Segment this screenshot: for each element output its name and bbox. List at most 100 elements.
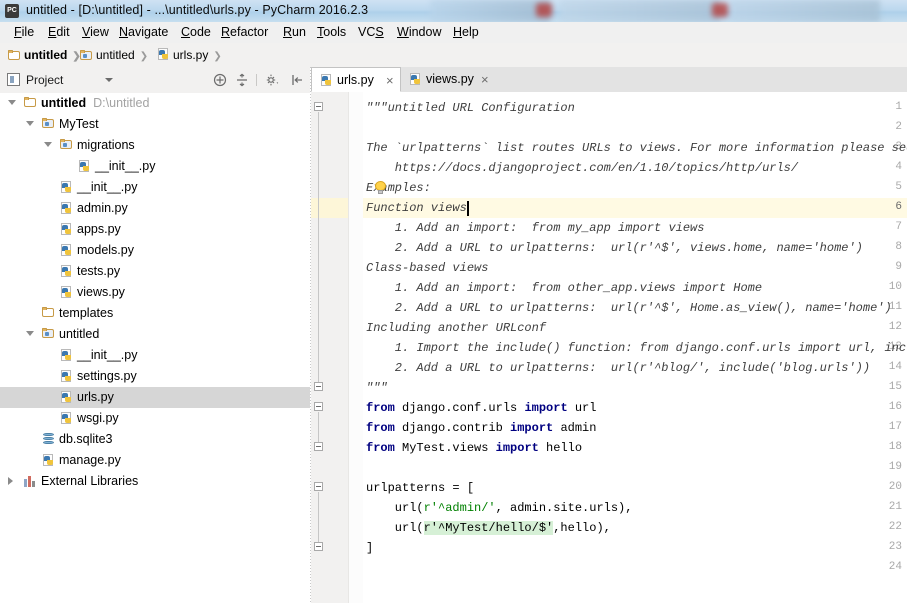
- tree-node-admin-py[interactable]: admin.py: [0, 198, 310, 219]
- tree-node-views-py[interactable]: views.py: [0, 282, 310, 303]
- expand-all-icon[interactable]: [212, 72, 228, 88]
- code-token: django.contrib: [394, 421, 511, 435]
- code-line-13[interactable]: 1. Import the include() function: from d…: [366, 338, 907, 358]
- fold-collapse-bottom-icon[interactable]: [314, 542, 323, 551]
- close-icon[interactable]: ×: [481, 67, 489, 92]
- tree-node-apps-py[interactable]: apps.py: [0, 219, 310, 240]
- code-token: ]: [366, 541, 374, 555]
- tree-expand-arrow-icon[interactable]: [44, 142, 52, 147]
- menu-refactor[interactable]: Refactor: [215, 24, 274, 41]
- tree-expand-arrow-icon[interactable]: [26, 121, 34, 126]
- module-folder-icon: [60, 139, 73, 150]
- menu-view[interactable]: View: [76, 24, 115, 41]
- pycharm-logo-icon: PC: [5, 4, 19, 18]
- breadcrumb-label: urls.py: [173, 48, 209, 62]
- fold-collapse-top-icon[interactable]: [314, 102, 323, 111]
- code-line-4[interactable]: https://docs.djangoproject.com/en/1.10/t…: [366, 158, 798, 178]
- collapse-all-icon[interactable]: [234, 72, 250, 88]
- settings-gear-icon[interactable]: [264, 72, 280, 88]
- tree-node-label: manage.py: [59, 453, 121, 467]
- code-line-6[interactable]: Function views: [366, 198, 467, 218]
- code-token: Class-based views: [366, 261, 489, 275]
- tree-node-external-libraries[interactable]: External Libraries: [0, 471, 310, 492]
- tree-node-urls-py[interactable]: urls.py: [0, 387, 310, 408]
- chevron-down-icon[interactable]: [105, 78, 113, 82]
- code-token: urlpatterns = [: [366, 481, 475, 495]
- line-number: 19: [888, 461, 902, 473]
- menu-navigate[interactable]: Navigate: [113, 24, 174, 41]
- editor-tab-views-py[interactable]: views.py ×: [401, 67, 497, 92]
- tree-node---init---py[interactable]: __init__.py: [0, 177, 310, 198]
- code-line-16[interactable]: from django.conf.urls import url: [366, 398, 596, 418]
- tree-node-label: __init__.py: [95, 159, 156, 173]
- menu-help[interactable]: Help: [447, 24, 485, 41]
- tree-node-models-py[interactable]: models.py: [0, 240, 310, 261]
- tree-collapse-arrow-icon[interactable]: [8, 477, 13, 485]
- tree-expand-arrow-icon[interactable]: [26, 331, 34, 336]
- menu-tools[interactable]: Tools: [311, 24, 352, 41]
- fold-region-line: [318, 412, 319, 444]
- menu-code[interactable]: Code: [175, 24, 217, 41]
- window-titlebar: PC untitled - [D:\untitled] - ...\untitl…: [0, 0, 907, 22]
- fold-collapse-top-icon[interactable]: [314, 482, 323, 491]
- tree-node-label: templates: [59, 306, 114, 320]
- code-line-15[interactable]: """: [366, 378, 388, 398]
- intention-lightbulb-icon[interactable]: [374, 181, 387, 195]
- code-folding-strip[interactable]: [349, 92, 363, 603]
- module-folder-icon: [80, 50, 93, 61]
- close-icon[interactable]: ×: [386, 68, 394, 93]
- code-line-20[interactable]: urlpatterns = [: [366, 478, 474, 498]
- menu-vcs[interactable]: VCS: [352, 24, 390, 41]
- code-line-9[interactable]: Class-based views: [366, 258, 488, 278]
- code-line-23[interactable]: ]: [366, 538, 373, 558]
- code-line-21[interactable]: url(r'^admin/', admin.site.urls),: [366, 498, 633, 518]
- editor-tab-urls-py[interactable]: urls.py ×: [311, 67, 401, 92]
- breadcrumb-item-0[interactable]: untitled ❯: [8, 47, 81, 63]
- code-line-3[interactable]: The `urlpatterns` list routes URLs to vi…: [366, 138, 907, 158]
- hide-panel-icon[interactable]: [289, 72, 305, 88]
- breadcrumb-item-2[interactable]: urls.py ❯: [157, 47, 222, 63]
- menu-window[interactable]: Window: [391, 24, 447, 41]
- line-number: 8: [895, 241, 902, 253]
- code-line-17[interactable]: from django.contrib import admin: [366, 418, 596, 438]
- fold-collapse-bottom-icon[interactable]: [314, 442, 323, 451]
- menu-file[interactable]: File: [8, 24, 40, 41]
- code-line-1[interactable]: """untitled URL Configuration: [366, 98, 575, 118]
- tree-node-settings-py[interactable]: settings.py: [0, 366, 310, 387]
- code-line-12[interactable]: Including another URLconf: [366, 318, 546, 338]
- fold-collapse-bottom-icon[interactable]: [314, 382, 323, 391]
- code-token: The `urlpatterns` list routes URLs to vi…: [366, 141, 907, 155]
- tree-node-mytest[interactable]: MyTest: [0, 114, 310, 135]
- code-line-7[interactable]: 1. Add an import: from my_app import vie…: [366, 218, 705, 238]
- tree-node-db-sqlite3[interactable]: db.sqlite3: [0, 429, 310, 450]
- python-file-icon: [320, 74, 333, 87]
- tree-node---init---py[interactable]: __init__.py: [0, 345, 310, 366]
- tree-node-tests-py[interactable]: tests.py: [0, 261, 310, 282]
- code-line-22[interactable]: url(r'^MyTest/hello/$',hello),: [366, 518, 611, 538]
- tree-node-wsgi-py[interactable]: wsgi.py: [0, 408, 310, 429]
- code-line-14[interactable]: 2. Add a URL to urlpatterns: url(r'^blog…: [366, 358, 870, 378]
- tree-node-untitled[interactable]: untitled D:\untitled: [0, 93, 310, 114]
- python-file-icon: [409, 73, 422, 86]
- code-token: MyTest.views: [394, 441, 496, 455]
- code-line-11[interactable]: 2. Add a URL to urlpatterns: url(r'^$', …: [366, 298, 892, 318]
- tree-node-untitled[interactable]: untitled: [0, 324, 310, 345]
- tree-node-migrations[interactable]: migrations: [0, 135, 310, 156]
- tree-node-manage-py[interactable]: manage.py: [0, 450, 310, 471]
- code-editor[interactable]: 1 """untitled URL Configuration 2 3 The `url…: [311, 92, 907, 603]
- breadcrumb-item-1[interactable]: untitled ❯: [80, 47, 148, 63]
- tree-node-templates[interactable]: templates: [0, 303, 310, 324]
- python-file-icon: [60, 391, 73, 404]
- project-tree[interactable]: untitled D:\untitled MyTest migrations __ini…: [0, 93, 310, 603]
- code-token: 1. Add an import: from my_app import vie…: [366, 221, 705, 235]
- code-line-10[interactable]: 1. Add an import: from other_app.views i…: [366, 278, 762, 298]
- menu-edit[interactable]: Edit: [42, 24, 76, 41]
- pycharm-window: PC untitled - [D:\untitled] - ...\untitl…: [0, 0, 907, 603]
- tree-expand-arrow-icon[interactable]: [8, 100, 16, 105]
- menu-run[interactable]: Run: [277, 24, 312, 41]
- tree-node---init---py[interactable]: __init__.py: [0, 156, 310, 177]
- fold-collapse-top-icon[interactable]: [314, 402, 323, 411]
- code-line-8[interactable]: 2. Add a URL to urlpatterns: url(r'^$', …: [366, 238, 863, 258]
- code-line-18[interactable]: from MyTest.views import hello: [366, 438, 582, 458]
- code-token: r'^MyTest/hello/$': [423, 521, 554, 535]
